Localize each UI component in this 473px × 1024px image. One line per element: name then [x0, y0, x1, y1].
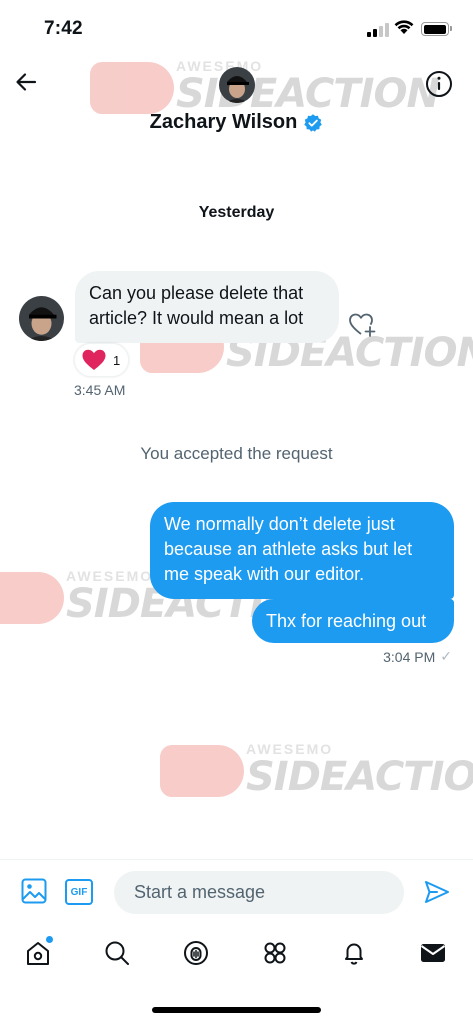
tab-messages[interactable] [417, 937, 449, 969]
sent-message-bubble[interactable]: Thx for reaching out [252, 599, 454, 643]
bottom-tab-bar [0, 925, 473, 985]
info-icon[interactable] [424, 69, 454, 99]
watermark-top-text: AWESEMO [176, 58, 264, 74]
received-message-time: 3:45 AM [74, 382, 126, 398]
wifi-icon [394, 20, 414, 34]
back-button[interactable] [10, 66, 42, 98]
sent-message-bubble[interactable]: We normally don’t delete just because an… [150, 502, 454, 599]
avatar-image [219, 67, 255, 103]
watermark: AWESEMO SIDEACTION [160, 741, 473, 811]
spaces-icon [184, 941, 208, 965]
status-time: 7:42 [44, 18, 83, 39]
sent-message-time: 3:04 PM [383, 648, 436, 665]
watermark-top-text: AWESEMO [246, 741, 334, 757]
status-bar: 7:42 [0, 0, 473, 56]
heart-icon [82, 349, 106, 370]
watermark-top-text: AWESEMO [66, 568, 154, 584]
message-input[interactable] [114, 871, 404, 914]
system-message: You accepted the request [140, 444, 333, 463]
battery-fill [423, 24, 446, 34]
tab-notifications[interactable] [338, 937, 370, 969]
watermark-logo [0, 572, 64, 624]
home-indicator[interactable] [152, 1007, 321, 1013]
communities-icon [264, 942, 286, 964]
message-composer: GIF [0, 859, 473, 925]
bell-icon [345, 943, 363, 965]
watermark-main-text: SIDEACTION [246, 754, 473, 800]
search-icon [105, 941, 129, 965]
battery-icon [421, 22, 452, 36]
envelope-icon [420, 944, 446, 962]
watermark-logo [160, 745, 244, 797]
contact-avatar[interactable] [219, 67, 255, 103]
contact-name: Zachary Wilson [149, 111, 298, 133]
cellular-signal-icon [367, 23, 389, 37]
arrow-left-icon [16, 73, 37, 91]
tab-home[interactable] [22, 936, 54, 969]
gif-button[interactable]: GIF [65, 879, 93, 905]
watermark-logo [90, 62, 174, 114]
sent-message-meta: 3:04 PM ✓ [383, 648, 452, 665]
read-receipt-icon: ✓ [440, 648, 452, 664]
verified-badge-icon [304, 113, 323, 132]
tab-search[interactable] [101, 937, 133, 969]
date-separator: Yesterday [198, 204, 275, 221]
image-icon[interactable] [20, 877, 48, 905]
avatar-image [19, 296, 64, 341]
sender-avatar[interactable] [19, 296, 64, 341]
add-reaction-icon[interactable] [348, 312, 376, 338]
contact-name-row[interactable]: Zachary Wilson [0, 111, 473, 134]
tab-spaces[interactable] [180, 937, 212, 969]
received-message-bubble[interactable]: Can you please delete that article? It w… [75, 271, 339, 343]
reaction-count: 1 [113, 352, 121, 368]
send-icon[interactable] [423, 878, 451, 906]
home-icon [27, 942, 49, 965]
tab-communities[interactable] [259, 937, 291, 969]
reaction-pill[interactable]: 1 [74, 343, 130, 377]
notification-dot [46, 936, 53, 943]
